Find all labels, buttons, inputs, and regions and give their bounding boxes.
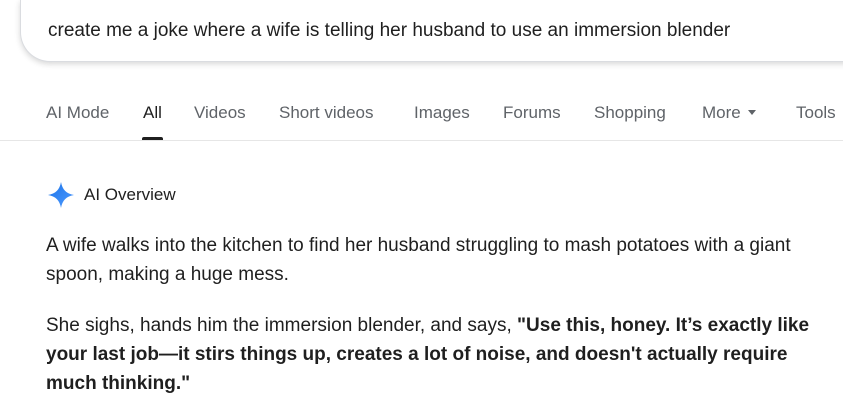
search-tabs: AI Mode All Videos Short videos Images F… xyxy=(0,90,843,140)
tab-forums[interactable]: Forums xyxy=(503,103,561,123)
tab-images[interactable]: Images xyxy=(414,103,470,123)
sparkle-icon xyxy=(48,182,74,208)
tab-all[interactable]: All xyxy=(143,103,162,123)
tab-tools[interactable]: Tools xyxy=(796,103,836,123)
tab-more-label: More xyxy=(702,103,741,122)
tabs-divider xyxy=(0,140,843,141)
paragraph-2-intro: She sighs, hands him the immersion blend… xyxy=(46,315,518,336)
tab-videos[interactable]: Videos xyxy=(194,103,246,123)
tab-more[interactable]: More xyxy=(702,103,756,123)
search-query-text[interactable]: create me a joke where a wife is telling… xyxy=(48,20,730,42)
ai-overview-paragraph-2: She sighs, hands him the immersion blend… xyxy=(46,311,836,398)
tab-ai-mode[interactable]: AI Mode xyxy=(46,103,109,123)
tab-shopping[interactable]: Shopping xyxy=(594,103,666,123)
chevron-down-icon xyxy=(747,110,756,115)
search-box[interactable]: create me a joke where a wife is telling… xyxy=(20,0,843,62)
ai-overview-title: AI Overview xyxy=(84,185,176,204)
tab-short-videos[interactable]: Short videos xyxy=(279,103,374,123)
ai-overview-paragraph-1: A wife walks into the kitchen to find he… xyxy=(46,235,791,285)
